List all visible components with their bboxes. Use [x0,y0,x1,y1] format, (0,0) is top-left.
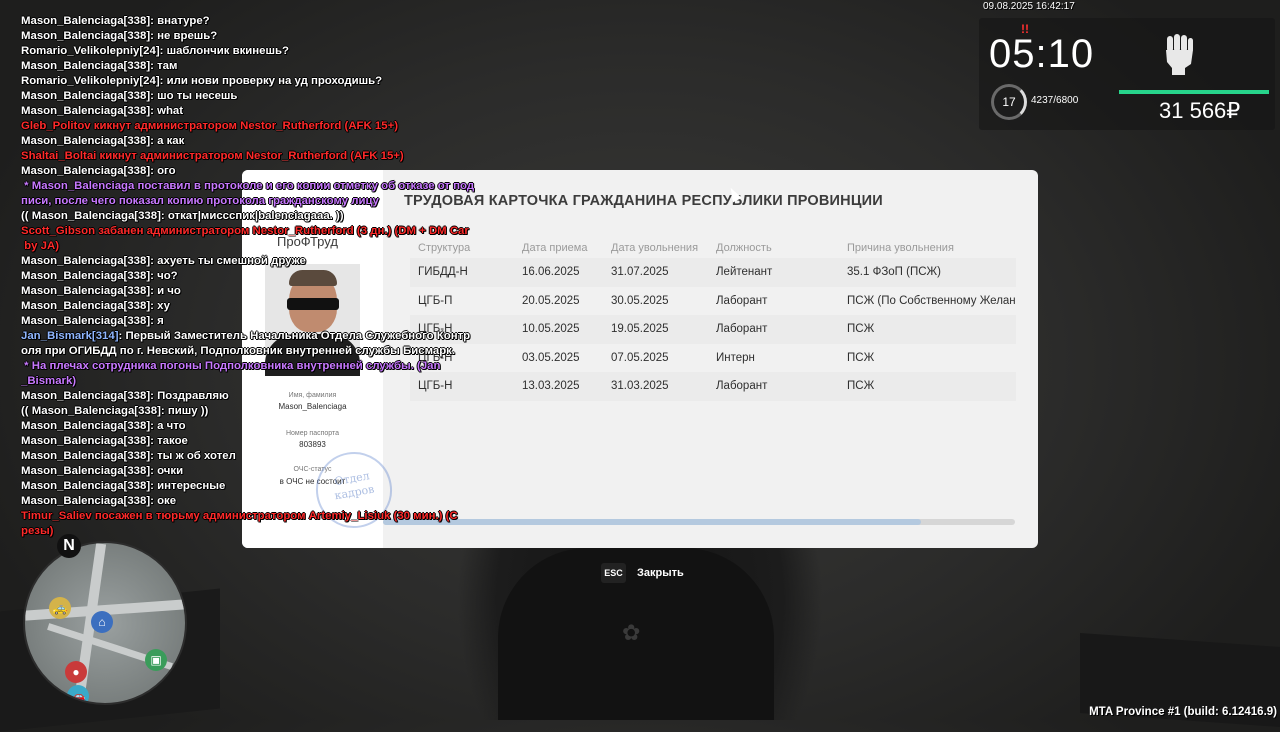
table-row: ЦГБ-Н 03.05.2025 07.05.2025 Интерн ПСЖ [410,343,1016,373]
money-counter: 31 566₽ [1159,98,1241,123]
chat-message: * Mason_Balenciaga поставил в протоколе … [21,180,475,207]
hud-clock: 05:10 [989,32,1095,76]
home-icon: ⌂ [91,611,113,633]
chat-message: Mason_Balenciaga[338]: очки [21,465,184,477]
chat-message: Romario_Velikolepniy[24]: или нови прове… [21,75,383,87]
car-icon: 🚗 [67,685,89,703]
chat-message: Mason_Balenciaga[338]: там [21,60,178,72]
fist-weapon-icon [1166,34,1193,75]
shop-icon: ▣ [145,649,167,671]
chat-message: Mason_Balenciaga[338]: what [21,105,184,117]
table-cell: ПСЖ (По Собственному Желанию) [847,294,1016,307]
table-cell: Лаборант [716,294,768,307]
chat-message: Mason_Balenciaga[338]: а что [21,420,186,432]
chat-message: Gleb_Politov кикнут администратором Nest… [21,120,399,132]
table-cell: 13.03.2025 [522,380,580,393]
chat-message: (( Mason_Balenciaga[338]: откат|миссспик… [21,210,344,222]
close-button[interactable]: Закрыть [637,567,684,579]
column-header: Должность [716,242,772,254]
table-cell: 30.05.2025 [611,294,669,307]
table-cell: 31.07.2025 [611,266,669,278]
chat-log: Mason_Balenciaga[338]: внатуре? Mason_Bal… [21,14,491,539]
player-marker-icon: ● [65,661,87,683]
table-cell: ПСЖ [847,380,875,393]
chat-message: * На плечах сотрудника погоны Подполковн… [21,360,441,387]
clothing-logo-icon: ✿ [622,620,641,645]
table-row: ГИБДД-Н 16.06.2025 31.07.2025 Лейтенант … [410,258,1016,287]
column-header: Дата увольнения [611,242,699,254]
chat-message: Mason_Balenciaga[338]: ты ж об хотел [21,450,236,462]
chat-message: Mason_Balenciaga[338]: оке [21,495,177,507]
table-cell: 16.06.2025 [522,266,580,278]
chat-message: Mason_Balenciaga[338]: чо? [21,270,178,282]
table-header: Структура Дата приема Дата увольнения До… [410,242,1016,258]
chat-message: Mason_Balenciaga[338]: внатуре? [21,15,210,27]
table-cell: 07.05.2025 [611,351,669,364]
table-cell: 03.05.2025 [522,351,580,364]
health-bar [1119,90,1269,94]
build-version: MTA Province #1 (build: 6.12416.9) [1089,706,1277,718]
table-cell: Лейтенант [716,266,773,278]
chat-message: Mason_Balenciaga[338]: ахуеть ты смешной… [21,255,306,267]
experience-counter: 4237/6800 [1031,95,1079,106]
employment-table: Структура Дата приема Дата увольнения До… [410,242,1016,401]
table-cell: ПСЖ [847,351,875,364]
esc-key-button[interactable]: ESC [601,563,626,583]
chat-message: Jan_Bismark[314]: Первый Заместитель Нач… [21,330,471,357]
table-cell: Лаборант [716,380,768,393]
table-cell: 20.05.2025 [522,294,580,307]
table-row: ЦГБ-Н 10.05.2025 19.05.2025 Лаборант ПСЖ [410,315,1016,344]
chat-message: Mason_Balenciaga[338]: такое [21,435,188,447]
chat-message: Mason_Balenciaga[338]: ху [21,300,170,312]
table-cell: Лаборант [716,323,768,336]
table-cell: 31.03.2025 [611,380,669,393]
chat-message: Mason_Balenciaga[338]: шо ты несешь [21,90,238,102]
level-badge: 17 [991,84,1027,120]
hud-panel: !! 05:10 17 4237/6800 31 566₽ [979,18,1275,130]
table-row: ЦГБ-П 20.05.2025 30.05.2025 Лаборант ПСЖ… [410,286,1016,316]
chat-message: Mason_Balenciaga[338]: ого [21,165,176,177]
chat-message: Mason_Balenciaga[338]: я [21,315,164,327]
column-header: Причина увольнения [847,242,954,254]
table-cell: Интерн [716,351,755,364]
table-cell: 19.05.2025 [611,323,669,336]
chat-message: Mason_Balenciaga[338]: и чо [21,285,181,297]
table-cell: 35.1 ФЗоП (ПСЖ) [847,266,941,278]
chat-message: Mason_Balenciaga[338]: интересные [21,480,226,492]
taxi-icon: 🚕 [49,597,71,619]
chat-message: Shaltai_Boltai кикнут администратором Ne… [21,150,404,162]
table-row: ЦГБ-Н 13.03.2025 31.03.2025 Лаборант ПСЖ [410,372,1016,401]
table-cell: ПСЖ [847,323,875,336]
chat-message: Mason_Balenciaga[338]: а как [21,135,185,147]
chat-message: Timur_Saliev посажен в тюрьму администра… [21,510,458,537]
chat-message: (( Mason_Balenciaga[338]: пишу )) [21,405,209,417]
chat-message: Mason_Balenciaga[338]: не врешь? [21,30,218,42]
chat-message: Scott_Gibson забанен администратором Nes… [21,225,469,252]
hud-datetime: 09.08.2025 16:42:17 [983,1,1075,12]
chat-message: Romario_Velikolepniy[24]: шаблончик вкин… [21,45,289,57]
table-cell: 10.05.2025 [522,323,580,336]
chat-message: Mason_Balenciaga[338]: Поздравляю [21,390,229,402]
column-header: Дата приема [522,242,588,254]
minimap: 🚕 ⌂ ▣ ● 🚗 [23,541,187,705]
